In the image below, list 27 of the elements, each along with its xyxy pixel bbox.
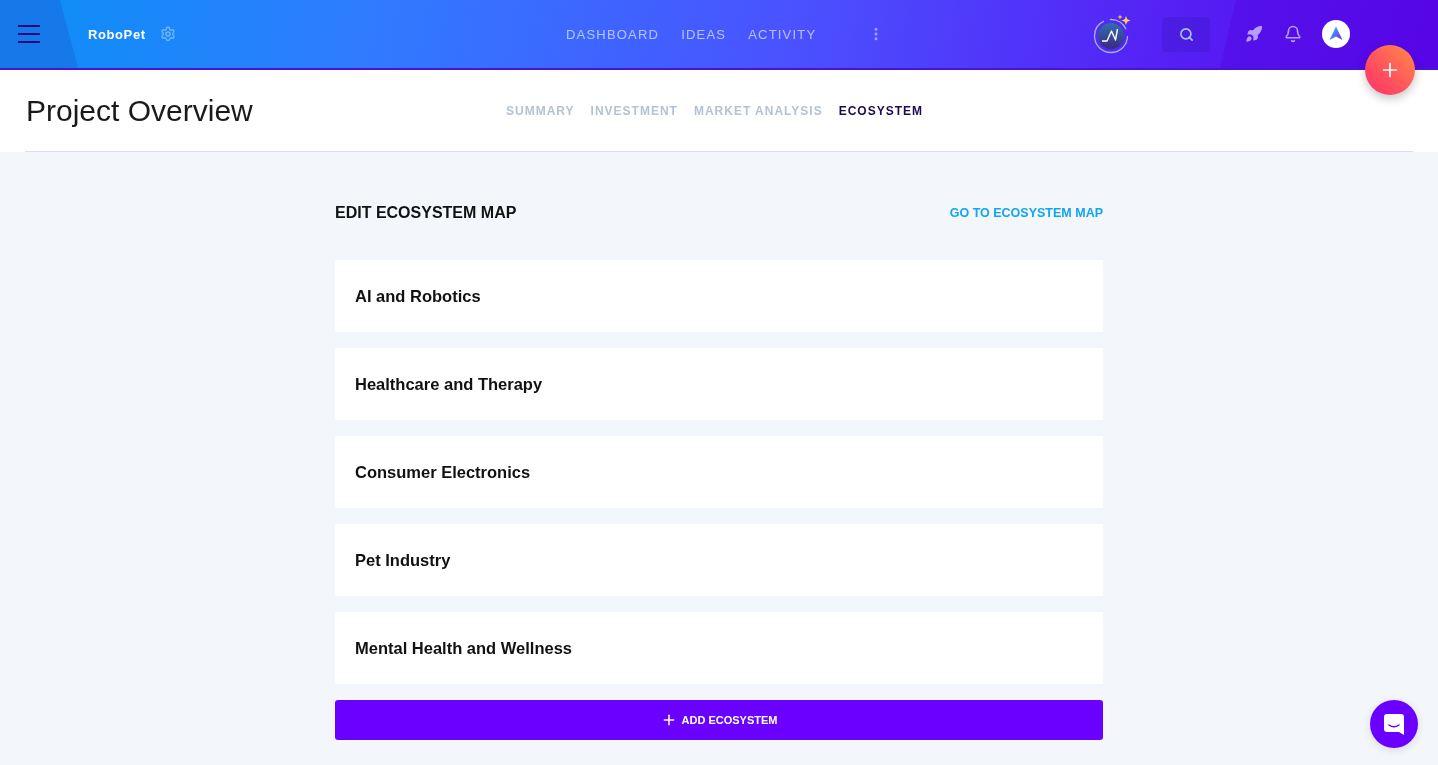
ecosystem-map-link[interactable]: GO TO ECOSYSTEM MAP: [949, 206, 1103, 220]
tab[interactable]: MARKET ANALYSIS: [693, 103, 823, 118]
section-title: EDIT ECOSYSTEM MAP: [335, 204, 517, 222]
nav-link[interactable]: ACTIVITY: [748, 26, 817, 42]
avatar-icon[interactable]: [1322, 20, 1350, 48]
ecosystem-card[interactable]: Healthcare and Therapy: [335, 348, 1103, 420]
bell-icon[interactable]: [1284, 25, 1302, 43]
page-title: Project Overview: [25, 93, 254, 128]
add-ecosystem-button[interactable]: ADD ECOSYSTEM: [335, 700, 1103, 740]
tab[interactable]: INVESTMENT: [590, 103, 678, 118]
ecosystem-card[interactable]: Pet Industry: [335, 524, 1103, 596]
search-button[interactable]: [1162, 16, 1210, 52]
chat-button[interactable]: [1370, 700, 1418, 748]
project-name[interactable]: RoboPet: [88, 26, 146, 42]
tab[interactable]: ECOSYSTEM: [838, 103, 924, 118]
nav-link[interactable]: DASHBOARD: [566, 26, 660, 42]
rocket-icon[interactable]: [1245, 25, 1263, 43]
chat-icon: [1384, 713, 1404, 735]
sparkle-badge-icon[interactable]: [1093, 14, 1133, 54]
tab[interactable]: SUMMARY: [506, 103, 575, 118]
nav-link[interactable]: IDEAS: [681, 26, 727, 42]
menu-icon: [18, 25, 40, 43]
ecosystem-card[interactable]: AI and Robotics: [335, 260, 1103, 332]
ecosystem-card[interactable]: Mental Health and Wellness: [335, 612, 1103, 684]
ecosystem-card[interactable]: Consumer Electronics: [335, 436, 1103, 508]
menu-button[interactable]: [0, 0, 78, 68]
search-icon: [1178, 26, 1194, 42]
